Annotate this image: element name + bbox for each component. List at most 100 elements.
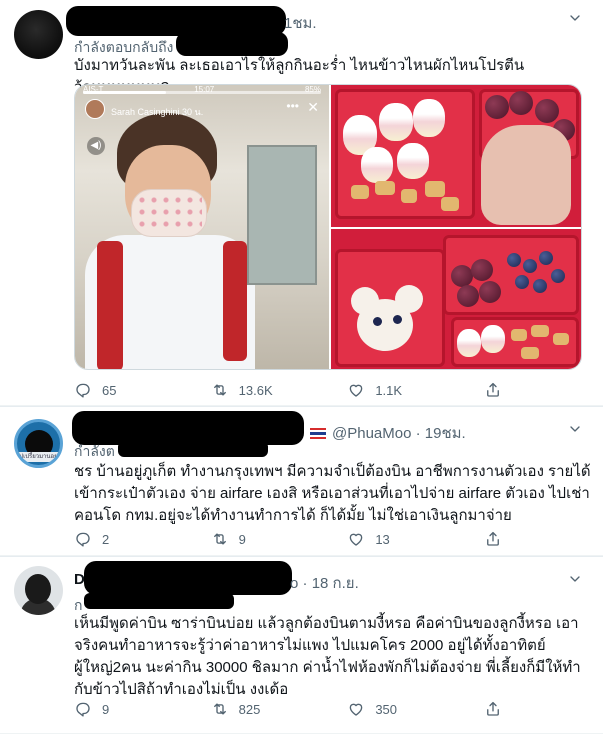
tweet[interactable]: ปูเปรี้ยวมานอย @PhuaMoo · 19ชม. กำลังต ช…: [0, 406, 603, 556]
share-button[interactable]: [484, 380, 504, 400]
close-icon: ✕: [307, 99, 319, 115]
reply-prefix: ก: [74, 597, 83, 613]
retweet-icon: [211, 530, 229, 548]
blueberry-eye: [373, 317, 382, 326]
grape: [509, 91, 533, 115]
like-icon: [347, 530, 365, 548]
cracker: [511, 329, 527, 341]
tweet[interactable]: D o · 18 ก.ย. ก เห็นมีพูดค่าบิน ซาร่าบิน…: [0, 556, 603, 734]
like-count: 13: [375, 531, 390, 547]
tweet-time[interactable]: 19ชม.: [425, 425, 466, 442]
retweet-button[interactable]: 825: [211, 699, 311, 719]
blueberry: [551, 269, 565, 283]
grape: [485, 95, 509, 119]
tweet-handle[interactable]: @PhuaMoo: [332, 425, 411, 442]
like-icon: [347, 700, 365, 718]
retweet-count: 13.6K: [238, 382, 273, 398]
tweet-time[interactable]: 18 ก.ย.: [312, 575, 359, 592]
media-grid[interactable]: AIS-T 15:07 85% Sarah Casinghini 30 น. •…: [74, 84, 582, 370]
marshmallow: [457, 329, 481, 357]
action-bar: 9 825 350: [74, 699, 504, 719]
backpack-strap: [97, 241, 123, 369]
grape: [535, 99, 559, 123]
carrier: AIS-T: [83, 85, 104, 94]
lunchbox-photo-1[interactable]: [331, 85, 581, 227]
like-icon: [347, 381, 365, 399]
chevron-down-icon[interactable]: [567, 421, 583, 437]
grape: [451, 265, 473, 287]
reply-count: 2: [102, 531, 110, 547]
backpack-strap: [223, 241, 247, 361]
retweet-button[interactable]: 9: [211, 529, 311, 549]
avatar-face: [25, 574, 51, 604]
cracker: [553, 333, 569, 345]
tweet-time[interactable]: 1ชม.: [284, 11, 317, 35]
tweet-text: ชร บ้านอยู่ภูเก็ต ทำงานกรุงเทพฯ มีความจำ…: [74, 463, 591, 524]
share-button[interactable]: [484, 529, 504, 549]
video-thumbnail[interactable]: AIS-T 15:07 85% Sarah Casinghini 30 น. •…: [75, 85, 329, 369]
blueberry-eye: [393, 315, 402, 324]
cracker: [521, 347, 539, 359]
retweet-count: 9: [238, 531, 246, 547]
blueberry: [523, 259, 537, 273]
grape: [471, 259, 493, 281]
like-button[interactable]: 13: [347, 529, 447, 549]
reply-count: 65: [102, 382, 117, 398]
chevron-down-icon[interactable]: [567, 571, 583, 587]
marshmallow: [481, 325, 505, 353]
reply-context: กำลังต: [74, 441, 115, 463]
story-avatar: [85, 99, 105, 119]
retweet-icon: [211, 381, 229, 399]
avatar[interactable]: [14, 10, 63, 59]
redacted-name: [72, 411, 304, 445]
cracker: [441, 197, 459, 211]
chevron-down-icon[interactable]: [567, 10, 583, 26]
like-count: 350: [375, 701, 398, 717]
cracker: [351, 185, 369, 199]
share-icon: [484, 530, 502, 548]
like-count: 1.1K: [375, 382, 403, 398]
lunchbox-photo-2[interactable]: [331, 229, 581, 369]
marshmallow: [413, 99, 445, 137]
tweet-text: เห็นมีพูดค่าบิน ซาร่าบินบ่อย แล้วลูกต้อง…: [74, 615, 581, 698]
redacted-handle: [84, 593, 234, 609]
blueberry: [539, 251, 553, 265]
grape: [457, 285, 479, 307]
handle-tail[interactable]: o: [290, 575, 298, 592]
retweet-button[interactable]: 13.6K: [211, 380, 311, 400]
reply-button[interactable]: 2: [74, 529, 174, 549]
mickey-rice: [357, 299, 413, 351]
retweet-icon: [211, 700, 229, 718]
avatar[interactable]: [14, 566, 63, 615]
thailand-flag-icon: [310, 428, 326, 439]
action-bar: 2 9 13: [74, 529, 504, 549]
share-icon: [484, 381, 502, 399]
cracker: [401, 189, 417, 203]
marshmallow: [361, 147, 393, 183]
grape: [479, 281, 501, 303]
like-button[interactable]: 350: [347, 699, 447, 719]
battery: 85%: [304, 85, 321, 94]
tweet-meta: @PhuaMoo · 19ชม.: [304, 421, 466, 445]
blueberry: [515, 275, 529, 289]
marshmallow: [397, 143, 429, 179]
tweet[interactable]: 1ชม. กำลังตอบกลับถึง บังมาทวันละพัน ละเธ…: [0, 0, 603, 406]
status-bar: AIS-T 15:07 85%: [83, 85, 321, 94]
like-button[interactable]: 1.1K: [347, 380, 447, 400]
share-button[interactable]: [484, 699, 504, 719]
cracker: [375, 181, 395, 195]
story-name: Sarah Casinghini 30 น.: [111, 107, 204, 117]
clock: 15:07: [194, 85, 215, 94]
marshmallow: [379, 103, 413, 141]
share-icon: [484, 700, 502, 718]
reply-button[interactable]: 65: [74, 380, 174, 400]
blueberry: [533, 279, 547, 293]
reply-icon: [74, 530, 92, 548]
cracker: [425, 181, 445, 197]
reply-prefix: กำลังต: [74, 443, 115, 459]
reply-button[interactable]: 9: [74, 699, 174, 719]
tweet-meta-tail: o · 18 ก.ย.: [290, 575, 359, 592]
avatar[interactable]: ปูเปรี้ยวมานอย: [14, 419, 63, 468]
redacted-name: [84, 561, 292, 595]
sound-icon[interactable]: ◀): [87, 137, 105, 155]
